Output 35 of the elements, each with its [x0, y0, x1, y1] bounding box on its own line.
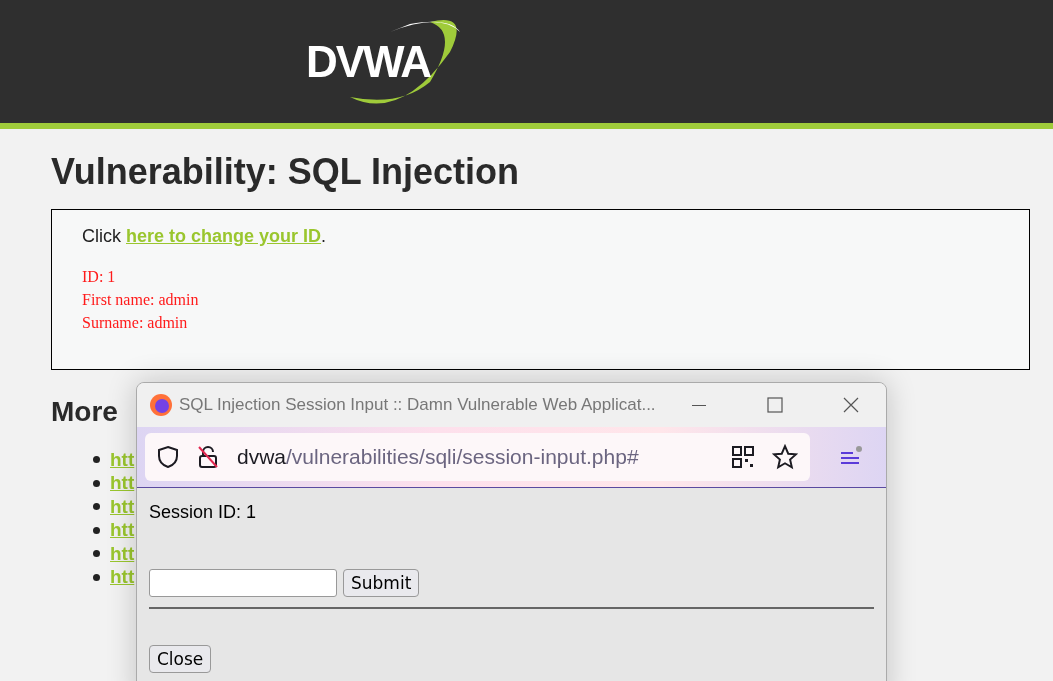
reference-link[interactable]: htt [110, 472, 135, 495]
qr-code-icon[interactable] [732, 446, 754, 468]
section-heading: More [51, 396, 118, 428]
bullet-icon [93, 526, 100, 534]
output-line: First name: admin [82, 290, 199, 310]
reference-link[interactable]: htt [110, 519, 135, 542]
window-title: SQL Injection Session Input :: Damn Vulnerable Web Applicat... [179, 395, 657, 415]
session-id-text: Session ID: 1 [149, 502, 257, 523]
shield-icon [157, 445, 179, 469]
bullet-icon [93, 456, 100, 464]
minimize-icon[interactable] [691, 403, 707, 407]
url-text: dvwa/vulnerabilities/sqli/session-input.php# [237, 445, 640, 469]
session-input-field[interactable] [149, 569, 337, 597]
bullet-icon [93, 573, 100, 581]
page-title: Vulnerability: SQL Injection [51, 151, 520, 193]
reference-link[interactable]: htt [110, 542, 135, 565]
bullet-icon [93, 479, 100, 487]
browser-logo-icon [149, 393, 173, 417]
output-line: ID: 1 [82, 267, 116, 287]
reference-link[interactable]: htt [110, 448, 135, 471]
address-bar[interactable]: dvwa/vulnerabilities/sqli/session-input.php# [145, 433, 810, 481]
bullet-icon [93, 503, 100, 511]
change-id-link[interactable]: here to change your ID [126, 226, 322, 246]
logo: DVWA [306, 36, 430, 87]
close-icon[interactable] [843, 397, 859, 413]
star-icon[interactable] [772, 444, 798, 470]
output-line: Surname: admin [82, 313, 188, 333]
maximize-icon[interactable] [767, 397, 783, 413]
insecure-lock-icon [197, 445, 219, 469]
close-window-button[interactable]: Close [149, 645, 212, 673]
instruction-text: Click here to change your ID. [82, 226, 327, 247]
reference-link[interactable]: htt [110, 566, 135, 589]
submit-button[interactable]: Submit [343, 569, 420, 597]
reference-link[interactable]: htt [110, 495, 135, 518]
bullet-icon [93, 550, 100, 558]
